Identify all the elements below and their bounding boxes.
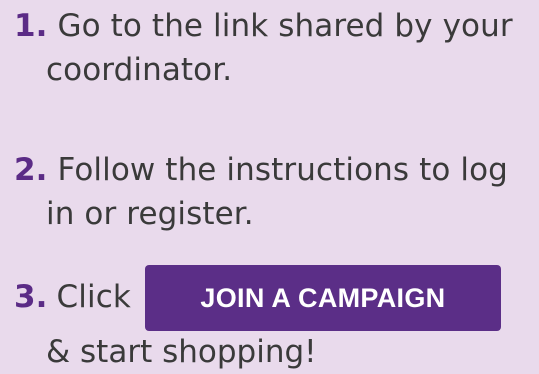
step-2-text: Follow the instructions to log xyxy=(57,152,508,188)
step-1: 1. Go to the link shared by your coordin… xyxy=(14,4,513,92)
step-3-line-2: & start shopping! xyxy=(46,334,317,370)
step-2-line-2: in or register. xyxy=(46,196,254,232)
join-a-campaign-button[interactable]: JOIN A CAMPAIGN xyxy=(144,265,501,331)
step-1-line-2: coordinator. xyxy=(46,52,233,88)
step-3-line-1: 3. Click JOIN A CAMPAIGN xyxy=(14,265,501,331)
step-1-line-1: 1. Go to the link shared by your xyxy=(14,4,513,48)
step-2-line-1: 2. Follow the instructions to log xyxy=(14,148,508,192)
instruction-steps: 1. Go to the link shared by your coordin… xyxy=(0,0,539,370)
step-1-text: Go to the link shared by your xyxy=(57,8,513,44)
step-3: 3. Click JOIN A CAMPAIGN xyxy=(14,265,501,331)
step-1-number: 1. xyxy=(14,8,48,44)
step-3-text: Click xyxy=(56,279,131,315)
step-2: 2. Follow the instructions to log in or … xyxy=(14,148,508,236)
step-3-number: 3. xyxy=(14,279,48,315)
step-2-number: 2. xyxy=(14,152,48,188)
